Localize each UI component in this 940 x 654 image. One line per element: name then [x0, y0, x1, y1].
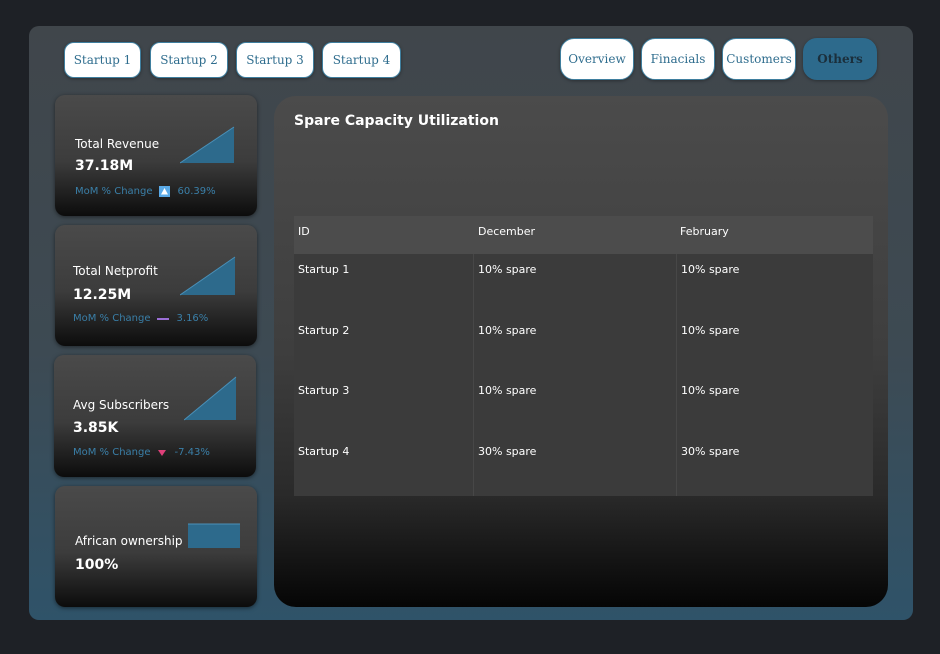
cell-february: 10% spare: [681, 384, 740, 397]
tab-startup-4[interactable]: Startup 4: [322, 42, 401, 78]
nav-overview-button[interactable]: Overview: [560, 38, 634, 80]
tab-startup-2[interactable]: Startup 2: [150, 42, 228, 78]
column-divider: [473, 254, 474, 496]
panel-title: Spare Capacity Utilization: [294, 113, 499, 129]
cell-december: 10% spare: [478, 384, 537, 397]
nav-others-button[interactable]: Others: [803, 38, 877, 80]
tab-startup-3[interactable]: Startup 3: [236, 42, 314, 78]
sparkline-area: [188, 523, 240, 548]
cell-id: Startup 2: [298, 324, 350, 337]
cell-december: 10% spare: [478, 324, 537, 337]
mom-value: -7.43%: [174, 447, 210, 458]
sparkline-area: [180, 126, 235, 164]
column-header-february[interactable]: February: [680, 225, 729, 238]
cell-id: Startup 3: [298, 384, 350, 397]
kpi-mom: MoM % Change 3.16%: [73, 313, 208, 324]
mom-label: MoM % Change: [73, 447, 151, 458]
kpi-value: 100%: [75, 557, 119, 573]
sparkline-area: [184, 376, 237, 421]
kpi-value: 37.18M: [75, 158, 134, 174]
kpi-title: Total Revenue: [75, 137, 160, 151]
table-header: ID December February: [294, 216, 873, 254]
kpi-title: Avg Subscribers: [73, 398, 170, 412]
tab-startup-1[interactable]: Startup 1: [64, 42, 141, 78]
sparkline-area: [180, 256, 236, 296]
mom-value: 3.16%: [176, 313, 209, 324]
kpi-value: 3.85K: [73, 420, 119, 436]
kpi-mom: MoM % Change -7.43%: [73, 447, 210, 458]
cell-february: 10% spare: [681, 263, 740, 276]
kpi-card-african-ownership: African ownership 100%: [55, 486, 257, 607]
up-arrow-icon: [158, 186, 170, 197]
cell-february: 10% spare: [681, 324, 740, 337]
column-header-december[interactable]: December: [478, 225, 535, 238]
cell-id: Startup 4: [298, 445, 350, 458]
dash-icon: [156, 317, 169, 320]
nav-customers-button[interactable]: Customers: [722, 38, 796, 80]
cell-february: 30% spare: [681, 445, 740, 458]
column-divider: [676, 254, 677, 496]
cell-id: Startup 1: [298, 263, 350, 276]
kpi-title: African ownership: [75, 534, 183, 548]
kpi-card-total-netprofit: Total Netprofit 12.25M MoM % Change 3.16…: [55, 225, 257, 346]
mom-label: MoM % Change: [73, 313, 151, 324]
kpi-title: Total Netprofit: [73, 264, 158, 278]
cell-december: 30% spare: [478, 445, 537, 458]
mom-value: 60.39%: [177, 186, 216, 197]
spare-capacity-panel: Spare Capacity Utilization ID December F…: [274, 96, 888, 607]
kpi-card-avg-subscribers: Avg Subscribers 3.85K MoM % Change -7.43…: [54, 355, 256, 477]
mom-label: MoM % Change: [75, 186, 153, 197]
cell-december: 10% spare: [478, 263, 537, 276]
column-header-id[interactable]: ID: [298, 225, 310, 238]
kpi-value: 12.25M: [73, 287, 132, 303]
kpi-card-total-revenue: Total Revenue 37.18M MoM % Change 60.39%: [55, 95, 257, 216]
spare-capacity-table: ID December February Startup 1 10% spare…: [294, 216, 873, 496]
kpi-mom: MoM % Change 60.39%: [75, 186, 216, 197]
down-arrow-icon: [157, 449, 166, 456]
nav-financials-button[interactable]: Finacials: [641, 38, 715, 80]
